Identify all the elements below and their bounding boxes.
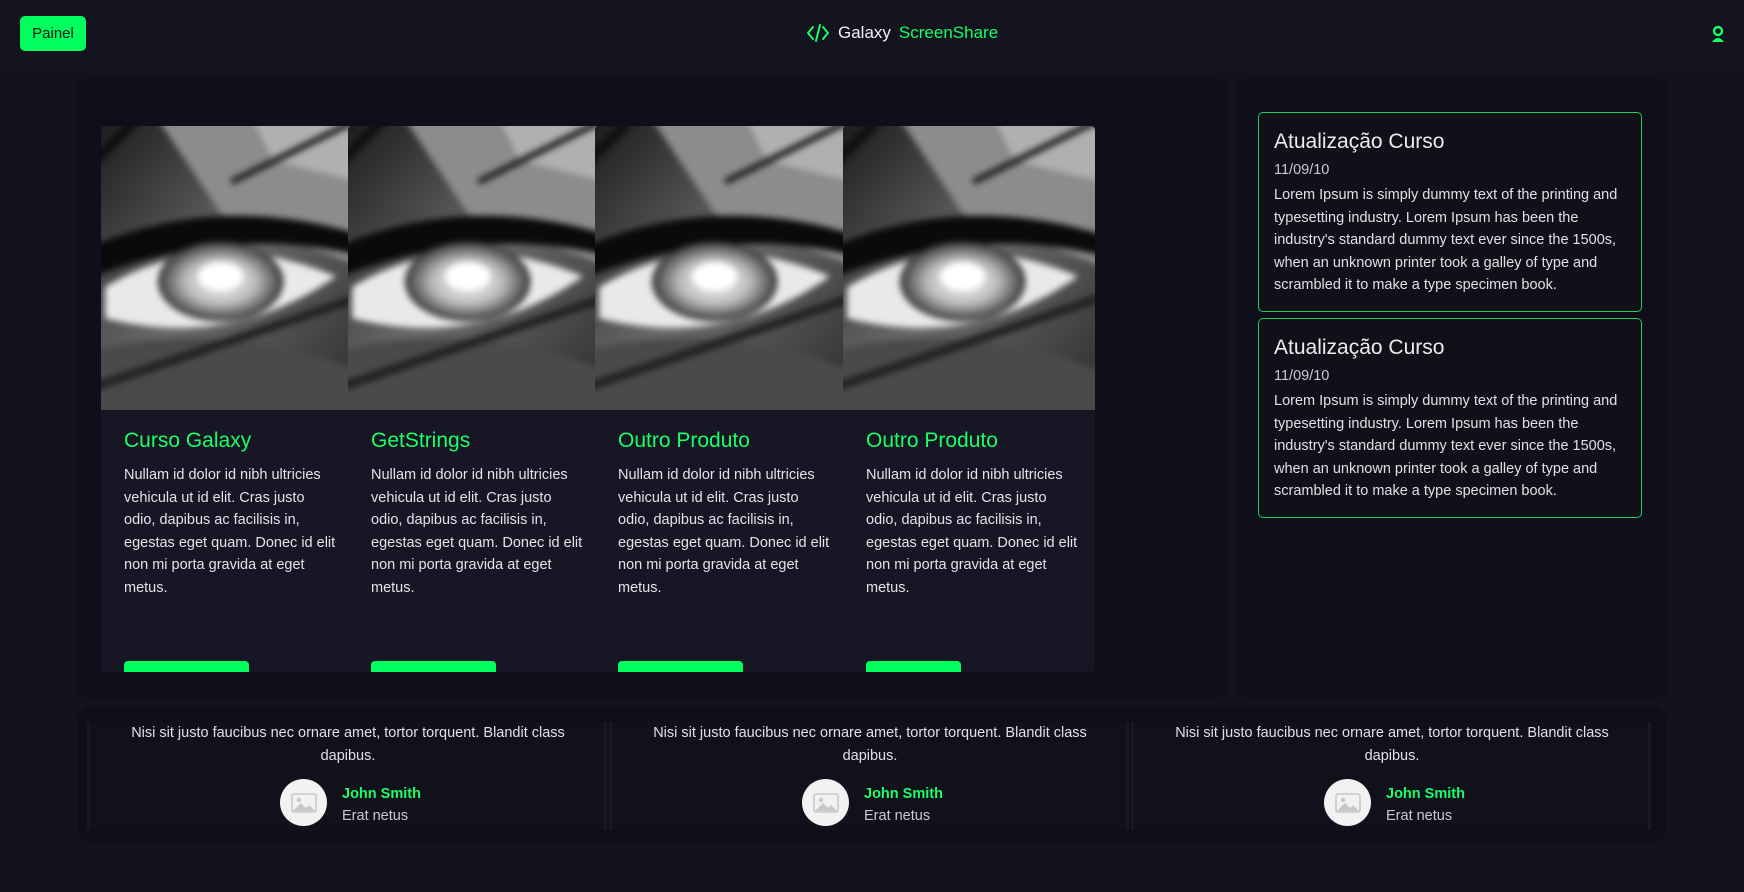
brand-logo[interactable]: Galaxy ScreenShare xyxy=(806,20,998,46)
news-date: 11/09/10 xyxy=(1274,162,1330,178)
product-card-4: Outro Produto Nullam id dolor id nibh ul… xyxy=(843,126,1095,672)
product-action-label: Desbloquear xyxy=(155,671,237,673)
image-placeholder-icon xyxy=(290,792,317,813)
testimonial-quote: Nisi sit justo faucibus nec ornare amet,… xyxy=(1175,725,1609,764)
testimonial-name: John Smith xyxy=(864,786,943,802)
testimonial-quote: Nisi sit justo faucibus nec ornare amet,… xyxy=(131,725,565,764)
lock-icon xyxy=(137,671,149,672)
product-card-3: Outro Produto Nullam id dolor id nibh ul… xyxy=(595,126,847,672)
testimonial-quote: Nisi sit justo faucibus nec ornare amet,… xyxy=(653,725,1087,764)
product-image xyxy=(101,126,353,410)
news-title: Atualização Curso xyxy=(1274,336,1445,359)
testimonial-role: Erat netus xyxy=(1386,808,1453,824)
testimonial: Nisi sit justo faucibus nec ornare amet,… xyxy=(609,722,1129,830)
product-title: Outro Produto xyxy=(866,429,998,452)
news-text: Lorem Ipsum is simply dummy text of the … xyxy=(1274,393,1618,499)
brand-name-galaxy: Galaxy xyxy=(838,23,891,42)
product-image xyxy=(843,126,1095,410)
news-text: Lorem Ipsum is simply dummy text of the … xyxy=(1274,187,1618,293)
testimonials-panel: Nisi sit justo faucibus nec ornare amet,… xyxy=(78,706,1666,842)
testimonial-role: Erat netus xyxy=(864,808,931,824)
desbloquear-button[interactable]: Desbloquear xyxy=(371,661,497,673)
news-title: Atualização Curso xyxy=(1274,130,1445,153)
product-image xyxy=(595,126,847,410)
testimonial: Nisi sit justo faucibus nec ornare amet,… xyxy=(87,722,607,830)
testimonial-name: John Smith xyxy=(342,786,421,802)
user-icon[interactable] xyxy=(1710,25,1726,43)
testimonial: Nisi sit justo faucibus nec ornare amet,… xyxy=(1131,722,1651,830)
avatar xyxy=(280,779,327,826)
product-title: GetStrings xyxy=(371,429,471,452)
image-placeholder-icon xyxy=(1334,792,1361,813)
image-placeholder-icon xyxy=(812,792,839,813)
lock-icon xyxy=(631,671,643,672)
products-panel: Curso Galaxy Nullam id dolor id nibh ult… xyxy=(76,78,1228,698)
news-item: Atualização Curso 11/09/10 Lorem Ipsum i… xyxy=(1258,318,1642,518)
news-item: Atualização Curso 11/09/10 Lorem Ipsum i… xyxy=(1258,112,1642,312)
product-card-1: Curso Galaxy Nullam id dolor id nibh ult… xyxy=(101,126,353,672)
acessar-button[interactable]: Acessar xyxy=(866,661,962,673)
testimonial-role: Erat netus xyxy=(342,808,409,824)
product-image xyxy=(348,126,600,410)
product-action-label: Acessar xyxy=(897,671,949,673)
product-action-label: Desbloquear xyxy=(402,671,484,673)
product-description: Nullam id dolor id nibh ultricies vehicu… xyxy=(618,467,830,596)
lock-icon xyxy=(384,671,396,672)
news-date: 11/09/10 xyxy=(1274,368,1330,384)
unlock-icon xyxy=(879,672,891,673)
painel-button[interactable]: Painel xyxy=(20,16,86,51)
desbloquear-button[interactable]: Desbloquear xyxy=(618,661,744,673)
top-navbar: Painel Galaxy ScreenShare xyxy=(0,0,1744,66)
product-title: Curso Galaxy xyxy=(124,429,252,452)
desbloquear-button[interactable]: Desbloquear xyxy=(124,661,250,673)
code-icon xyxy=(806,23,830,43)
avatar xyxy=(1324,779,1371,826)
product-description: Nullam id dolor id nibh ultricies vehicu… xyxy=(124,467,336,596)
brand-name-screenshare: ScreenShare xyxy=(898,23,999,42)
testimonial-name: John Smith xyxy=(1386,786,1465,802)
product-description: Nullam id dolor id nibh ultricies vehicu… xyxy=(866,467,1078,596)
product-title: Outro Produto xyxy=(618,429,750,452)
avatar xyxy=(802,779,849,826)
product-action-label: Desbloquear xyxy=(649,671,731,673)
news-panel: Atualização Curso 11/09/10 Lorem Ipsum i… xyxy=(1236,78,1668,698)
product-description: Nullam id dolor id nibh ultricies vehicu… xyxy=(371,467,583,596)
product-card-2: GetStrings Nullam id dolor id nibh ultri… xyxy=(348,126,600,672)
